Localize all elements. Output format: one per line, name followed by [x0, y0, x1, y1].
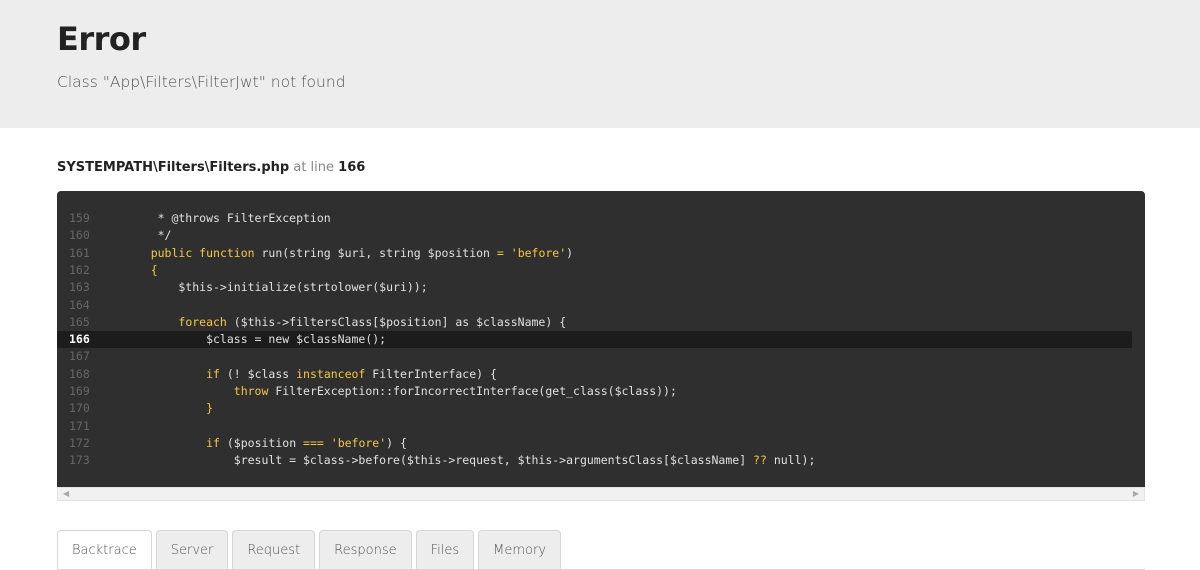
- code-text: {: [123, 262, 158, 279]
- code-line: 159 * @throws FilterException: [57, 210, 1145, 227]
- line-number-gutter: 169: [69, 384, 90, 398]
- code-line: 173 $result = $class->before($this->requ…: [57, 452, 1145, 469]
- code-token: foreach: [178, 314, 227, 329]
- code-token: ===: [303, 435, 324, 450]
- code-token: null);: [766, 453, 816, 468]
- at-line-text: at line: [293, 160, 335, 175]
- debug-tabs: Backtrace Server Request Response Files Memor…: [57, 530, 562, 570]
- line-number-gutter: 172: [69, 435, 90, 450]
- tab-backtrace[interactable]: Backtrace: [57, 530, 152, 570]
- tab-files[interactable]: Files: [415, 530, 475, 570]
- file-path: SYSTEMPATH\Filters\Filters.php: [57, 160, 290, 175]
- code-text: */: [123, 227, 172, 244]
- code-token: if: [206, 435, 220, 450]
- code-token: ) {: [386, 435, 407, 450]
- line-number-gutter: 162: [69, 262, 90, 277]
- code-line: 170 }: [57, 400, 1145, 417]
- line-number-gutter: 166: [69, 332, 90, 347]
- line-number-gutter: 173: [69, 453, 90, 468]
- code-token: throw: [233, 384, 269, 398]
- error-title: Error: [57, 20, 146, 58]
- tab-memory[interactable]: Memory: [478, 530, 562, 570]
- scroll-right-arrow-icon[interactable]: ▶: [1133, 489, 1139, 498]
- code-token: 'before': [510, 245, 567, 260]
- code-line: 167: [57, 348, 1145, 365]
- code-token: 'before': [330, 435, 387, 450]
- tab-request[interactable]: Request: [232, 530, 316, 570]
- code-token: instanceof: [296, 366, 366, 381]
- code-line: 160 */: [57, 227, 1145, 244]
- code-token: if: [206, 366, 220, 381]
- code-text: }: [123, 400, 213, 417]
- code-line: 171: [57, 418, 1145, 435]
- code-text: * @throws FilterException: [123, 210, 331, 227]
- code-token: ($position: [219, 435, 304, 450]
- code-text: if (! $class instanceof FilterInterface)…: [123, 366, 497, 383]
- code-token: $this->initialize(strtolower($uri));: [123, 280, 428, 295]
- line-number-gutter: 170: [69, 401, 90, 416]
- horizontal-scrollbar[interactable]: ◀ ▶: [57, 487, 1145, 501]
- source-location: SYSTEMPATH\Filters\Filters.php at line 1…: [57, 160, 365, 175]
- code-token: ($this->filtersClass[$position] as $clas…: [226, 314, 567, 329]
- tab-server[interactable]: Server: [155, 530, 229, 570]
- line-number-gutter: 161: [69, 245, 90, 260]
- code-token: $class = new $className();: [123, 332, 387, 347]
- line-number-gutter: 159: [69, 211, 90, 225]
- code-token: FilterException::forIncorrectInterface(g…: [268, 384, 677, 398]
- error-header: Error Class "App\Filters\FilterJwt" not …: [0, 0, 1200, 128]
- code-text: public function run(string $uri, string …: [123, 245, 573, 262]
- code-line: 166 $class = new $className();: [57, 331, 1132, 349]
- code-token: (! $class: [219, 366, 297, 381]
- code-line: 165 foreach ($this->filtersClass[$positi…: [57, 314, 1145, 331]
- code-line: 164: [57, 297, 1145, 314]
- code-text: $this->initialize(strtolower($uri));: [123, 279, 428, 296]
- code-line: 161 public function run(string $uri, str…: [57, 245, 1145, 262]
- line-number-gutter: 164: [69, 297, 90, 312]
- line-number-gutter: 165: [69, 314, 90, 329]
- line-number-gutter: 167: [69, 349, 90, 364]
- code-line: 162 {: [57, 262, 1145, 279]
- error-message: Class "App\Filters\FilterJwt" not found: [57, 73, 346, 91]
- code-token: FilterInterface) {: [365, 366, 497, 381]
- code-token: {: [123, 262, 158, 277]
- code-line: 172 if ($position === 'before') {: [57, 435, 1145, 452]
- code-text: if ($position === 'before') {: [123, 435, 407, 452]
- line-number-gutter: 160: [69, 228, 90, 243]
- code-token: $result = $class->before($this->request,…: [123, 453, 754, 468]
- code-token: run(string $uri, string $position: [254, 245, 497, 260]
- code-line: 169 throw FilterException::forIncorrectI…: [57, 383, 1145, 400]
- code-line: 163 $this->initialize(strtolower($uri));: [57, 279, 1145, 296]
- code-line: 168 if (! $class instanceof FilterInterf…: [57, 366, 1145, 383]
- code-token: }: [123, 401, 214, 416]
- line-number: 166: [338, 160, 366, 175]
- line-number-gutter: 168: [69, 366, 90, 381]
- source-code-panel[interactable]: 159 * @throws FilterException 160 */161 p…: [57, 191, 1145, 487]
- code-token: =: [496, 245, 504, 260]
- code-token: ??: [753, 453, 767, 468]
- code-token: * @throws FilterException: [123, 211, 331, 225]
- code-token: */: [123, 228, 172, 243]
- line-number-gutter: 171: [69, 418, 90, 433]
- code-token: public function: [150, 245, 255, 260]
- code-text: foreach ($this->filtersClass[$position] …: [123, 314, 566, 331]
- code-text: throw FilterException::forIncorrectInter…: [123, 383, 677, 400]
- line-number-gutter: 163: [69, 280, 90, 295]
- code-text: $result = $class->before($this->request,…: [123, 452, 816, 469]
- code-text: $class = new $className();: [123, 331, 386, 348]
- code-token: ): [566, 245, 574, 260]
- scroll-left-arrow-icon[interactable]: ◀: [63, 489, 69, 498]
- tab-response[interactable]: Response: [319, 530, 412, 570]
